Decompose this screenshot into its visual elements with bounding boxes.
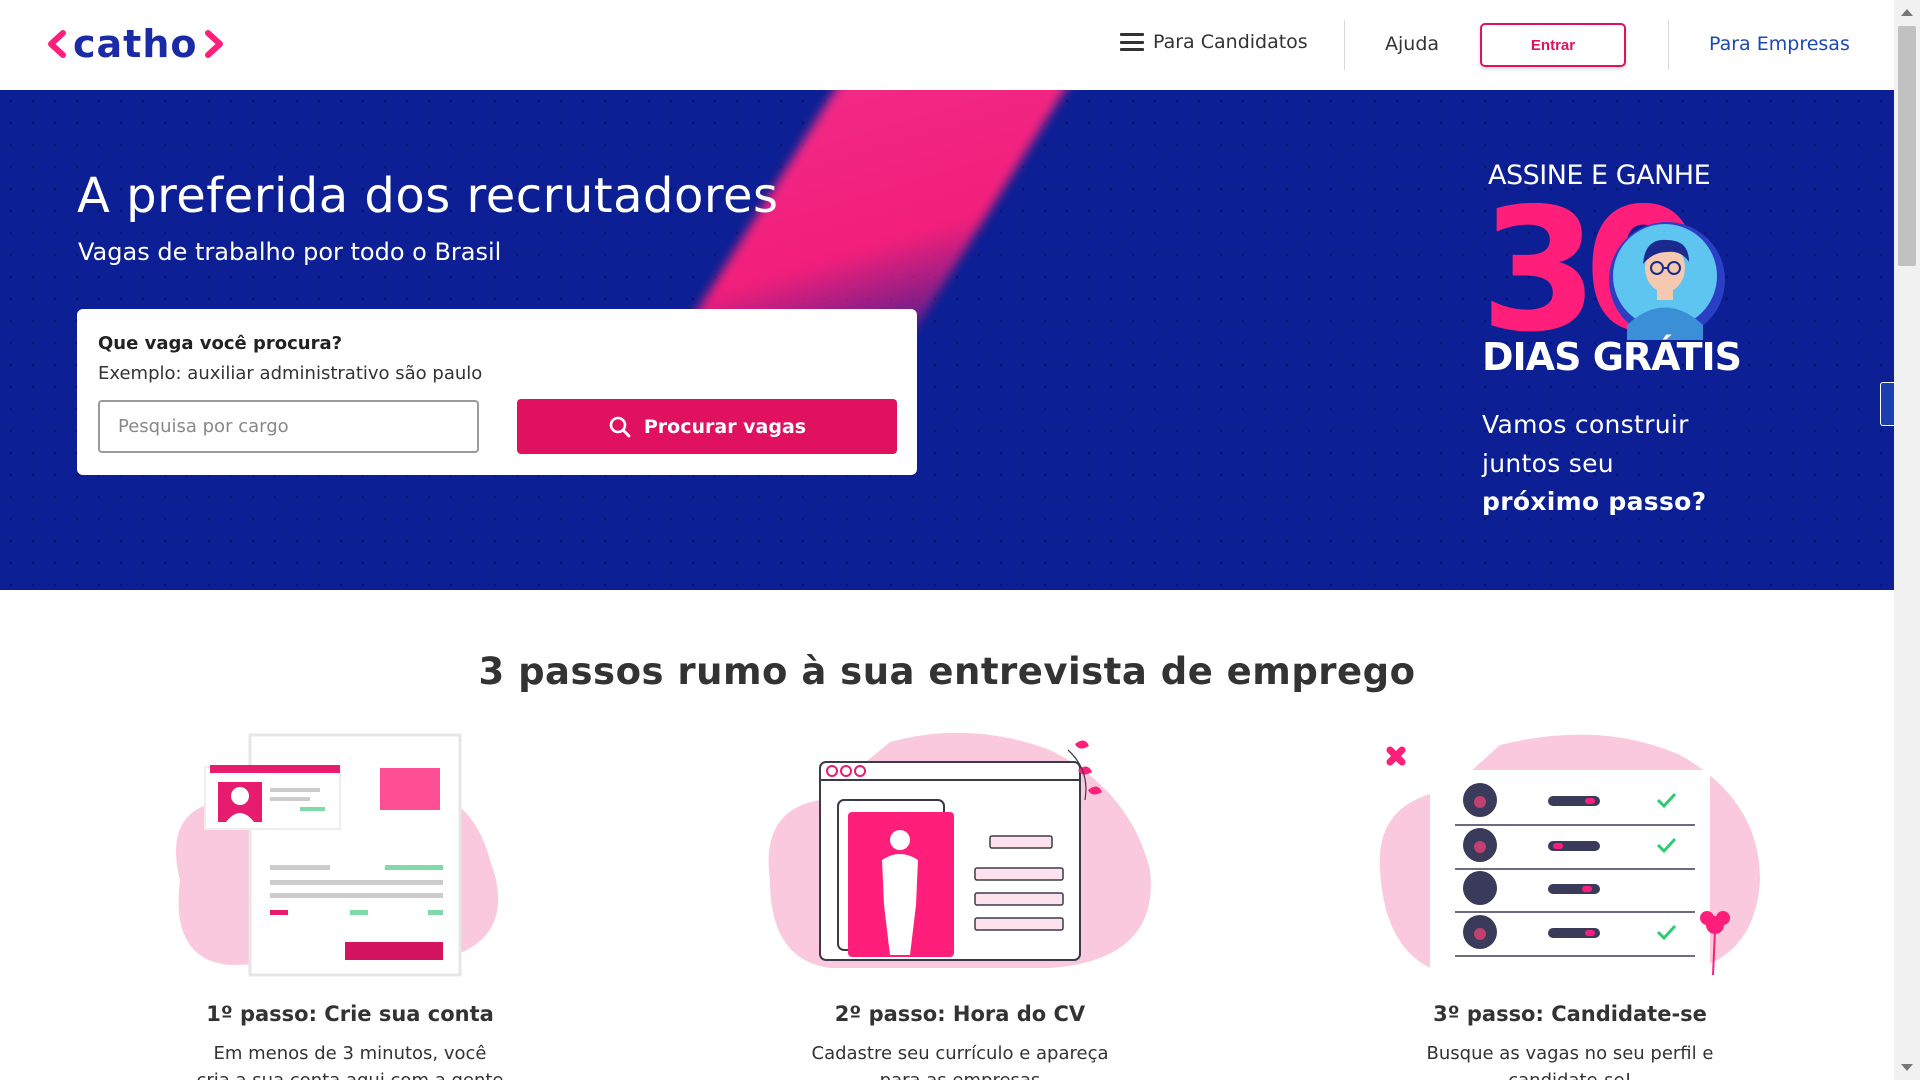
logo-left-chevron-icon [48, 30, 66, 58]
apply-jobs-illustration [1379, 734, 1760, 980]
catho-logo[interactable]: catho [45, 22, 226, 66]
step-1-title: 1º passo: Crie sua conta [206, 1002, 494, 1026]
upload-cv-illustration [768, 732, 1151, 968]
nav-candidates-label: Para Candidatos [1153, 31, 1308, 53]
steps-section-title: 3 passos rumo à sua entrevista de empreg… [478, 650, 1416, 693]
logo-right-chevron-icon [204, 30, 223, 58]
job-title-search-input[interactable] [98, 400, 479, 453]
promo-text-line-bold: próximo passo? [1482, 487, 1707, 516]
step-1-description-line: cria a sua conta aqui com a gente [140, 1067, 560, 1080]
login-button[interactable]: Entrar [1480, 23, 1626, 67]
search-question-label: Que vaga você procura? [98, 333, 343, 354]
step-2-description: Cadastre seu currículo e apareça para as… [750, 1040, 1170, 1080]
step-2-description-line: para as empresas [750, 1067, 1170, 1080]
step-3-description: Busque as vagas no seu perfil e candidat… [1360, 1040, 1780, 1080]
step-1-description-line: Em menos de 3 minutos, você [213, 1043, 487, 1064]
create-account-illustration [176, 733, 499, 977]
hamburger-menu-icon [1120, 33, 1144, 51]
page-scrollbar[interactable] [1894, 0, 1920, 1080]
free-trial-promo[interactable]: ASSINE E GANHE 30 DIAS GRÁTIS Vamos cons… [1470, 160, 1770, 560]
nav-divider [1344, 20, 1345, 70]
logo-text: catho [73, 22, 198, 66]
scroll-up-arrow-icon[interactable] [1901, 9, 1913, 16]
search-example-text: Exemplo: auxiliar administrativo são pau… [98, 363, 483, 384]
step-1-description: Em menos de 3 minutos, você cria a sua c… [140, 1040, 560, 1080]
nav-companies-link[interactable]: Para Empresas [1709, 33, 1850, 55]
promo-text-line: juntos seu [1482, 449, 1614, 478]
search-jobs-button[interactable]: Procurar vagas [517, 399, 897, 454]
site-header: catho Para Candidatos Ajuda Entrar Para … [0, 0, 1894, 90]
accessibility-side-tab[interactable] [1880, 382, 1894, 426]
nav-divider [1668, 20, 1669, 70]
step-3-title: 3º passo: Candidate-se [1433, 1002, 1707, 1026]
hero-title: A preferida dos recrutadores [77, 168, 779, 224]
search-jobs-button-label: Procurar vagas [643, 415, 807, 438]
promo-text-line: Vamos construir [1482, 410, 1689, 439]
hero-subtitle: Vagas de trabalho por todo o Brasil [78, 238, 502, 266]
promo-free-days: DIAS GRÁTIS [1482, 335, 1742, 379]
hero-banner: A preferida dos recrutadores Vagas de tr… [0, 90, 1894, 590]
step-3-description-line: Busque as vagas no seu perfil e [1426, 1043, 1714, 1064]
nav-help-link[interactable]: Ajuda [1385, 33, 1439, 55]
scrollbar-thumb[interactable] [1898, 26, 1916, 266]
step-3-description-line: candidate-se! [1360, 1067, 1780, 1080]
job-search-card: Que vaga você procura? Exemplo: auxiliar… [77, 309, 917, 475]
search-icon [609, 416, 631, 437]
step-2-title: 2º passo: Hora do CV [834, 1002, 1086, 1026]
scroll-down-arrow-icon[interactable] [1901, 1064, 1913, 1071]
nav-candidates-menu[interactable]: Para Candidatos [1120, 31, 1308, 53]
promo-avatar-icon [1609, 222, 1725, 340]
step-2-description-line: Cadastre seu currículo e apareça [811, 1043, 1109, 1064]
